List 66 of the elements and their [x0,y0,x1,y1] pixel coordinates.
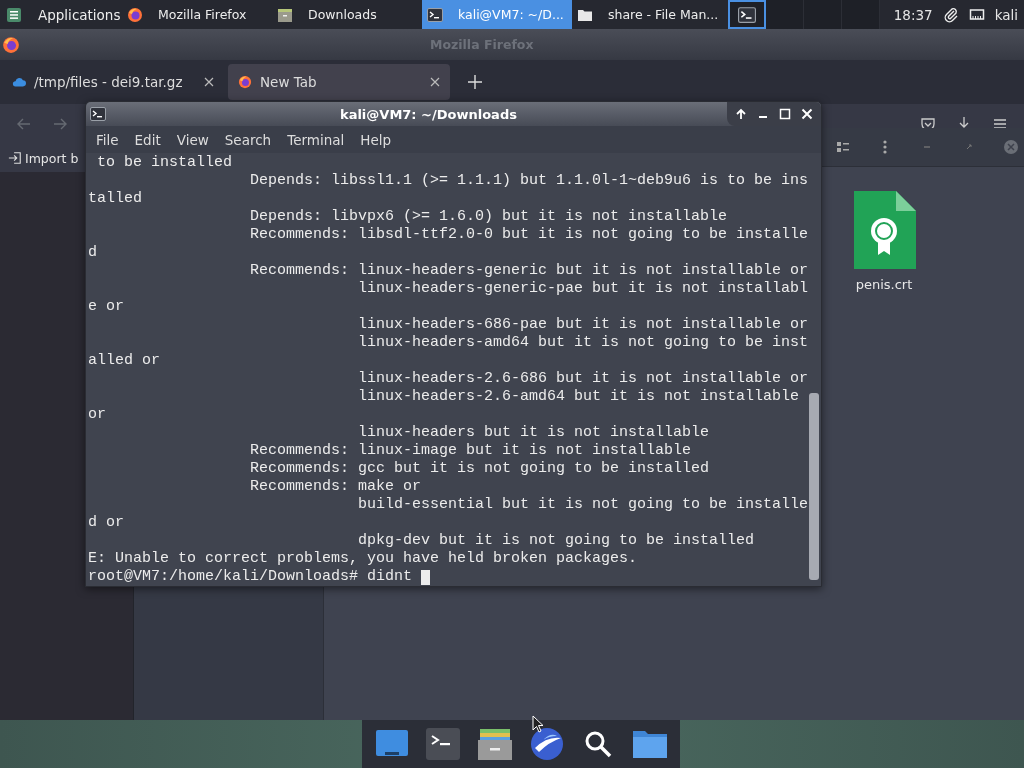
network-icon[interactable] [968,6,985,23]
terminal-line: root@VM7:/home/kali/Downloads# didnt [88,568,413,586]
terminal-line: E: Unable to correct problems, you have held broken packages. [88,550,638,568]
workspace-button[interactable] [728,0,766,29]
certificate-file[interactable]: penis.crt [844,191,924,292]
menu-item[interactable]: Edit [126,131,169,148]
menu-icon [6,6,22,23]
menu-item[interactable]: Help [352,131,400,148]
terminal-line: linux-headers-2.6-686 but it is not installable or [357,370,809,388]
globe-icon[interactable] [528,726,565,762]
new-tab-icon[interactable] [468,75,482,89]
terminal-line: linux-headers but it is not installable [357,424,710,442]
scrollbar-thumb[interactable] [809,393,819,580]
user-menu[interactable]: kali [994,6,1018,23]
close-icon[interactable] [204,77,214,87]
terminal-line: Recommends: libsdl-ttf2.0-0 but it is not going to be installe [249,226,809,244]
terminal-line: Recommends: gcc but it is not going to be installed [249,460,710,478]
import-icon [8,151,22,165]
terminal-line: e or [88,298,124,316]
terminal-icon [736,5,758,24]
menu-item[interactable]: Terminal [279,131,353,148]
terminal-line: Depends: libvpx6 (>= 1.6.0) but it is not installable [249,208,728,226]
terminal-line: linux-headers-2.6-amd64 but it is not installable [357,388,800,406]
menu-item[interactable]: File [88,131,127,148]
terminal-icon [427,6,443,23]
terminal-line: linux-headers-generic-pae but it is not installabl [357,280,809,298]
terminal-line: alled or [88,352,160,370]
menu-item[interactable]: Search [216,131,280,148]
terminal-line: Recommends: linux-image but it is not installable [249,442,692,460]
bookmark-link[interactable]: Import b [8,150,79,166]
terminal-line: talled [88,190,142,208]
terminal-line: or [88,406,106,424]
terminal-line: linux-headers-amd64 but it is not going to be inst [357,334,809,352]
taskbar-button[interactable]: Mozilla Firefox [122,0,272,29]
text-cursor [421,569,431,585]
firefox-icon [127,6,143,23]
taskbar-button[interactable]: Downloads [272,0,422,29]
applications-menu[interactable]: Applications [0,0,122,29]
window-title: kali@VM7: ~/Downloads [340,106,517,122]
cloud-icon [12,75,26,89]
terminal-icon[interactable] [425,726,462,762]
close-icon[interactable] [430,77,440,87]
paperclip-icon[interactable] [942,6,959,23]
menu-item[interactable]: View [168,131,217,148]
terminal-line: to be installed [96,154,233,172]
certificate-file-icon [852,191,916,271]
terminal-line: d or [88,514,124,532]
terminal-line: Recommends: linux-headers-generic but it is not installable or [249,262,809,280]
browser-tab[interactable]: /tmp/files - dei9.tar.gz [2,64,224,100]
terminal-icon [90,106,106,122]
view-list-icon[interactable] [835,139,851,155]
terminal-line: d [88,244,97,262]
taskbar-button[interactable]: share - File Man... [572,0,722,29]
clock[interactable]: 18:37 [893,6,933,23]
terminal-line: Depends: libssl1.1 (>= 1.1.1) but 1.1.0l-1~deb9u6 is to be ins [249,172,809,190]
file-cabinet-icon[interactable] [477,726,514,762]
maximize-icon[interactable] [779,108,791,120]
firefox-icon [2,35,20,54]
terminal-line: build-essential but it is not going to be installe [357,496,809,514]
terminal-line: linux-headers-686-pae but it is not installable or [357,316,809,334]
terminal-line: Recommends: make or [249,478,422,496]
file-cabinet-icon [277,6,293,23]
terminal-line: dpkg-dev but it is not going to be installed [357,532,755,550]
up-arrow-icon[interactable] [735,108,747,120]
firefox-icon [238,75,252,89]
browser-tab[interactable]: New Tab [228,64,450,100]
